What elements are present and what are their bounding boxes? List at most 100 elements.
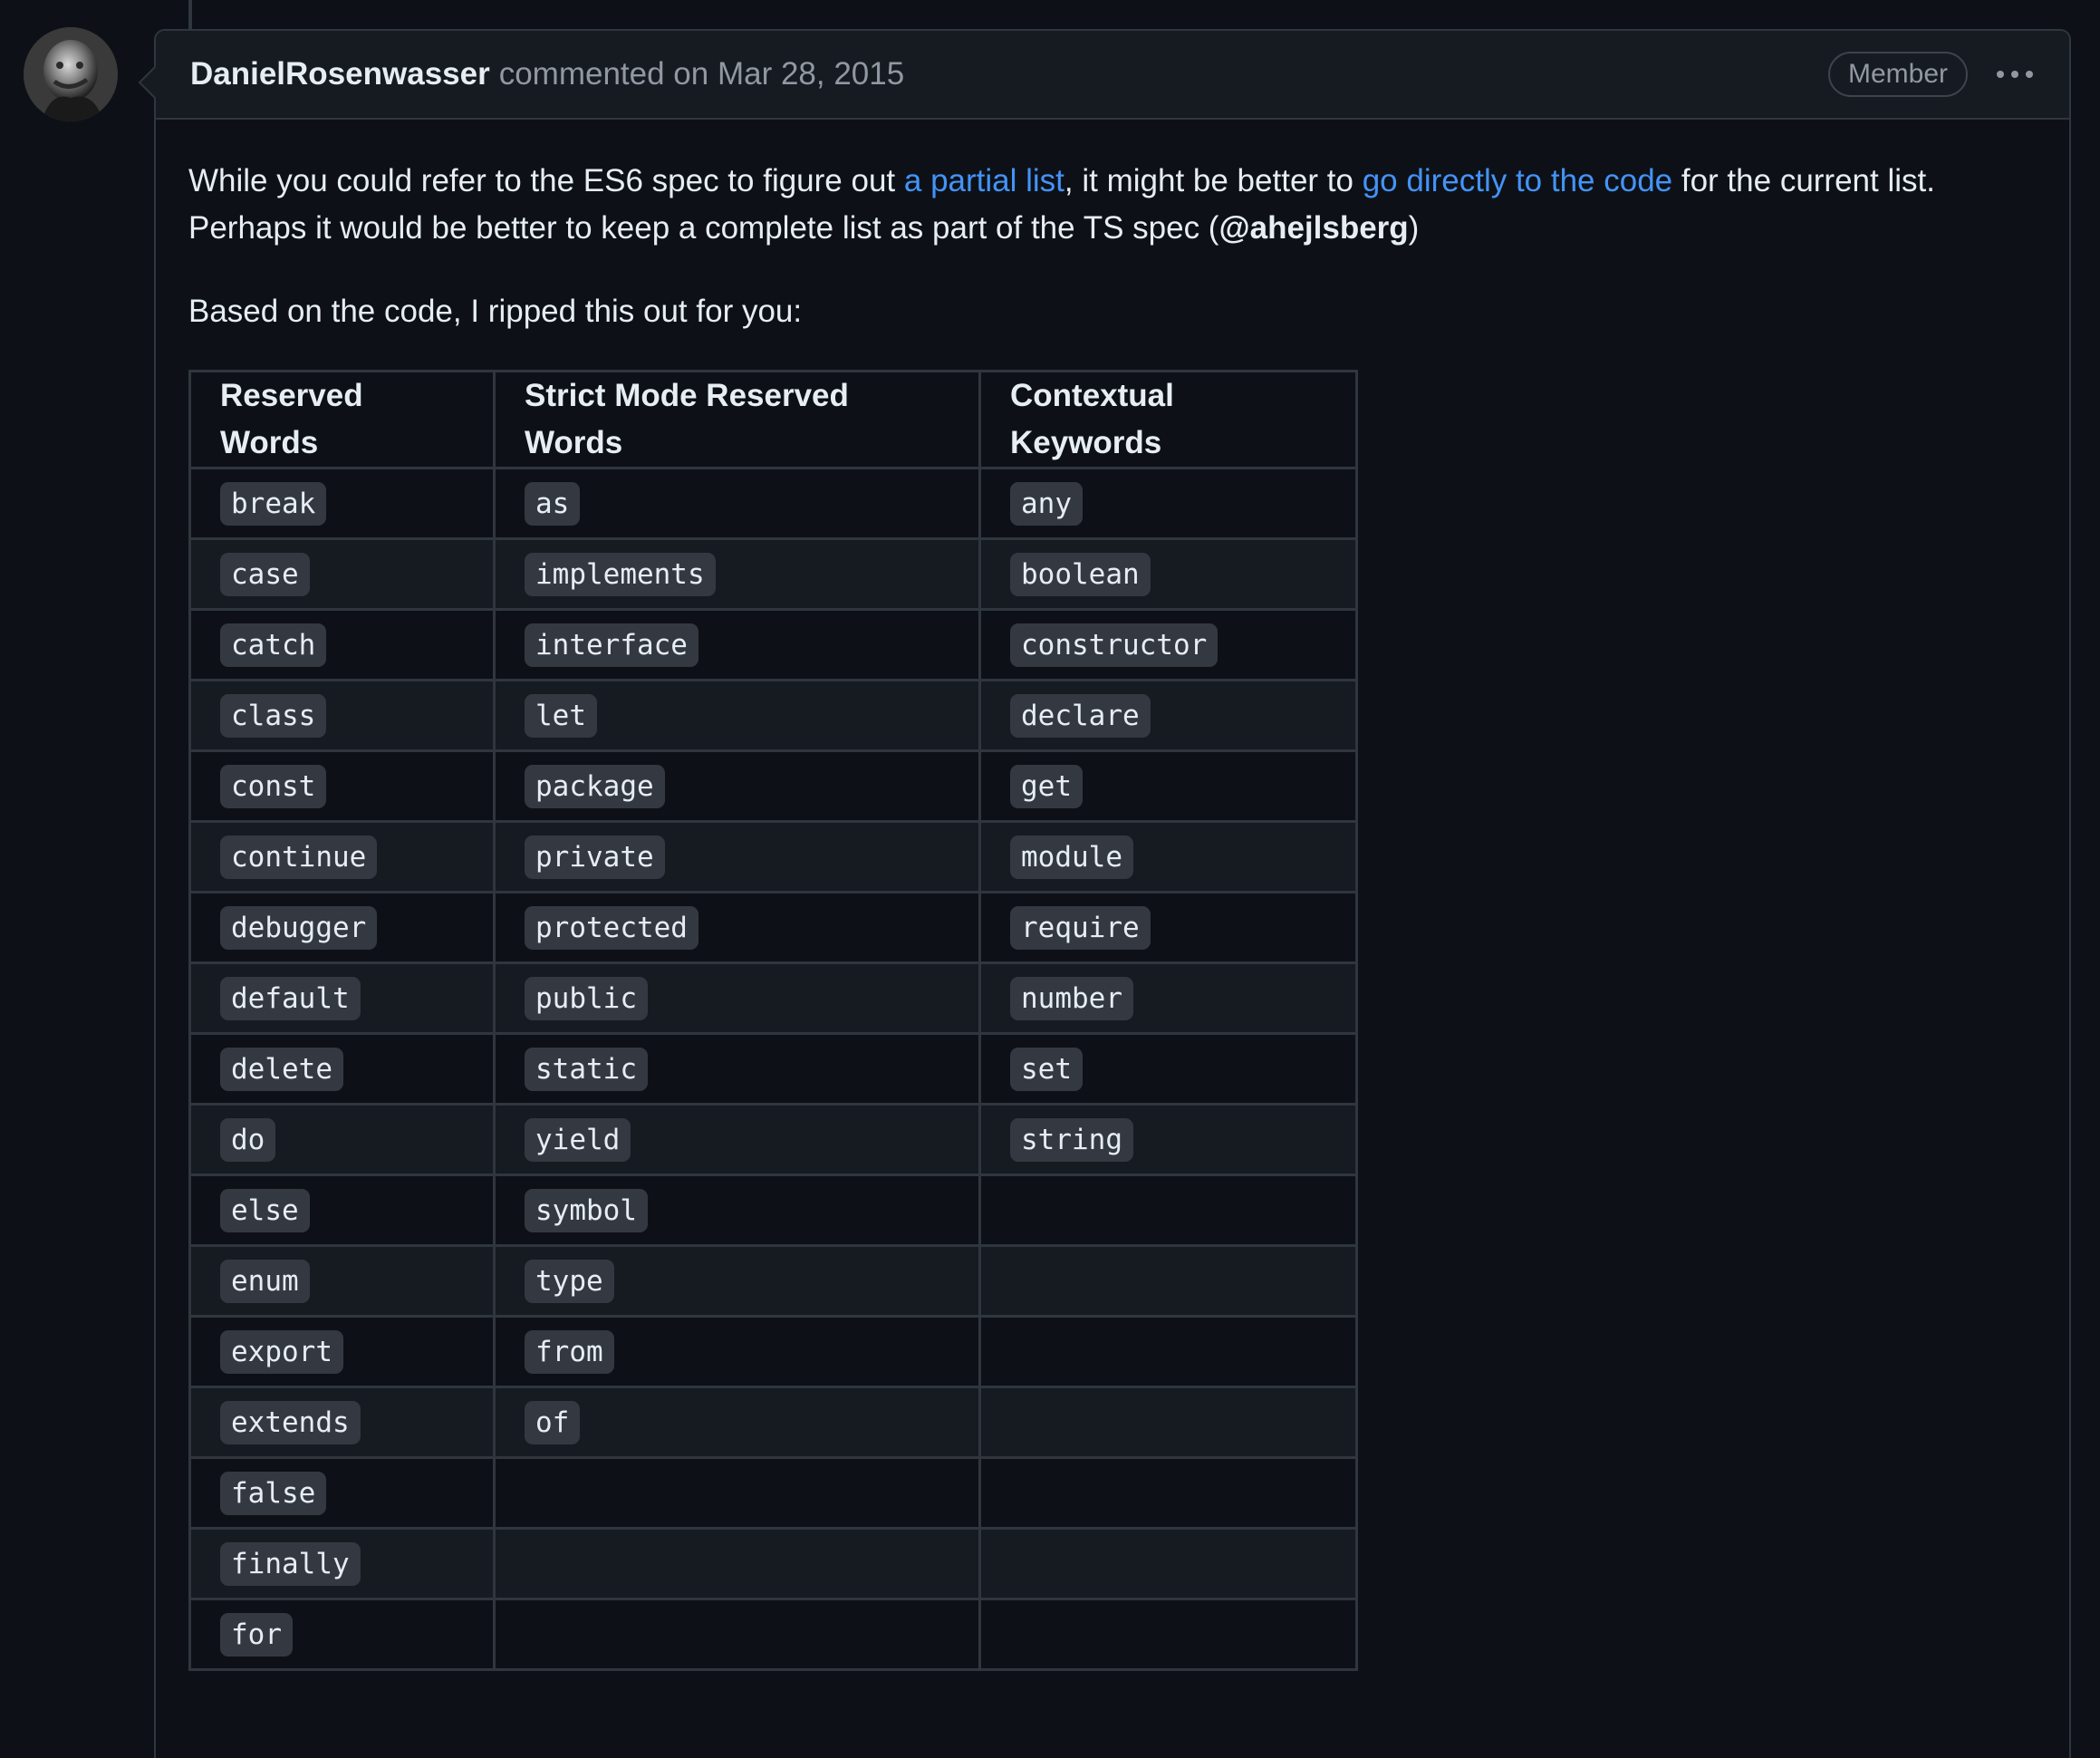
- table-cell: static: [493, 1032, 981, 1106]
- table-row: do yield string: [188, 1103, 1358, 1176]
- keyword-code: debugger: [220, 906, 378, 950]
- table-cell: private: [493, 820, 981, 893]
- table-cell: default: [188, 961, 496, 1035]
- table-cell: get: [978, 749, 1358, 823]
- table-cell: [978, 1174, 1358, 1247]
- keyword-code: for: [220, 1613, 293, 1657]
- keyword-code: else: [220, 1189, 310, 1232]
- keyword-code: const: [220, 765, 327, 808]
- text: ): [1408, 210, 1420, 246]
- table-cell: enum: [188, 1244, 496, 1318]
- timeline-line: [188, 0, 192, 31]
- table-cell: else: [188, 1174, 496, 1247]
- table-cell: yield: [493, 1103, 981, 1176]
- table-cell: [978, 1598, 1358, 1671]
- table-cell: public: [493, 961, 981, 1035]
- keyword-code: class: [220, 694, 327, 738]
- author-link[interactable]: DanielRosenwasser: [190, 56, 490, 92]
- table-cell: catch: [188, 608, 496, 681]
- paragraph-table-intro: Based on the code, I ripped this out for…: [188, 294, 803, 329]
- table-cell: set: [978, 1032, 1358, 1106]
- table-row: else symbol: [188, 1174, 1358, 1247]
- keyword-code: get: [1010, 765, 1083, 808]
- keyword-code: symbol: [525, 1189, 648, 1232]
- keyword-code: do: [220, 1118, 276, 1162]
- table-cell: [978, 1527, 1358, 1600]
- keyword-code: of: [525, 1401, 581, 1444]
- keyword-code: set: [1010, 1048, 1083, 1091]
- partial-list-link[interactable]: a partial list: [904, 163, 1064, 198]
- comment-timestamp[interactable]: commented on Mar 28, 2015: [499, 56, 904, 92]
- table-cell: number: [978, 961, 1358, 1035]
- table-cell: interface: [493, 608, 981, 681]
- table-cell: do: [188, 1103, 496, 1176]
- table-row: continue private module: [188, 820, 1358, 893]
- table-row: enum type: [188, 1244, 1358, 1318]
- table-row: class let declare: [188, 679, 1358, 752]
- table-cell: declare: [978, 679, 1358, 752]
- issue-timeline: DanielRosenwasser commented on Mar 28, 2…: [0, 0, 2100, 1758]
- keyword-code: continue: [220, 836, 378, 879]
- table-cell: as: [493, 467, 981, 540]
- keyword-code: module: [1010, 836, 1133, 879]
- keyword-code: break: [220, 482, 327, 526]
- column-header: Reserved Words: [188, 370, 496, 469]
- user-mention-link[interactable]: @ahejlsberg: [1219, 210, 1408, 246]
- keyword-code: implements: [525, 553, 716, 596]
- keyword-code: declare: [1010, 694, 1151, 738]
- keyword-code: catch: [220, 623, 327, 667]
- comment-body: While you could refer to the ES6 spec to…: [156, 120, 2069, 1671]
- keyword-code: public: [525, 977, 648, 1020]
- table-cell: break: [188, 467, 496, 540]
- table-cell: type: [493, 1244, 981, 1318]
- table-cell: extends: [188, 1386, 496, 1459]
- table-cell: package: [493, 749, 981, 823]
- avatar[interactable]: [24, 27, 118, 121]
- table-row: break as any: [188, 467, 1358, 540]
- table-cell: require: [978, 891, 1358, 964]
- table-cell: module: [978, 820, 1358, 893]
- table-cell: [978, 1456, 1358, 1530]
- paragraph-intro: While you could refer to the ES6 spec to…: [188, 158, 2035, 252]
- table-row: export from: [188, 1315, 1358, 1388]
- table-cell: constructor: [978, 608, 1358, 681]
- table-row: extends of: [188, 1386, 1358, 1459]
- table-cell: of: [493, 1386, 981, 1459]
- keyword-code: yield: [525, 1118, 631, 1162]
- keyword-code: type: [525, 1260, 614, 1303]
- table-cell: const: [188, 749, 496, 823]
- table-cell: from: [493, 1315, 981, 1388]
- table-cell: [493, 1456, 981, 1530]
- keyword-code: export: [220, 1330, 343, 1374]
- keyword-code: number: [1010, 977, 1133, 1020]
- table-cell: let: [493, 679, 981, 752]
- table-cell: delete: [188, 1032, 496, 1106]
- table-cell: protected: [493, 891, 981, 964]
- keyword-code: as: [525, 482, 581, 526]
- keyword-code: from: [525, 1330, 614, 1374]
- keyword-code: interface: [525, 623, 698, 667]
- keyword-code: enum: [220, 1260, 310, 1303]
- keyword-code: private: [525, 836, 665, 879]
- table-cell: continue: [188, 820, 496, 893]
- table-cell: [978, 1386, 1358, 1459]
- more-options-icon[interactable]: [1993, 62, 2037, 87]
- keyword-code: extends: [220, 1401, 361, 1444]
- table-cell: [978, 1315, 1358, 1388]
- keyword-code: default: [220, 977, 361, 1020]
- table-cell: finally: [188, 1527, 496, 1600]
- table-cell: [978, 1244, 1358, 1318]
- table-cell: boolean: [978, 537, 1358, 611]
- keyword-code: boolean: [1010, 553, 1151, 596]
- code-link[interactable]: go directly to the code: [1363, 163, 1672, 198]
- table-cell: [493, 1527, 981, 1600]
- table-cell: class: [188, 679, 496, 752]
- table-header-row: Reserved Words Strict Mode Reserved Word…: [188, 370, 1358, 469]
- table-row: case implements boolean: [188, 537, 1358, 611]
- table-cell: any: [978, 467, 1358, 540]
- member-badge: Member: [1827, 52, 1968, 97]
- table-cell: [493, 1598, 981, 1671]
- table-cell: implements: [493, 537, 981, 611]
- keyword-code: require: [1010, 906, 1151, 950]
- keyword-code: protected: [525, 906, 698, 950]
